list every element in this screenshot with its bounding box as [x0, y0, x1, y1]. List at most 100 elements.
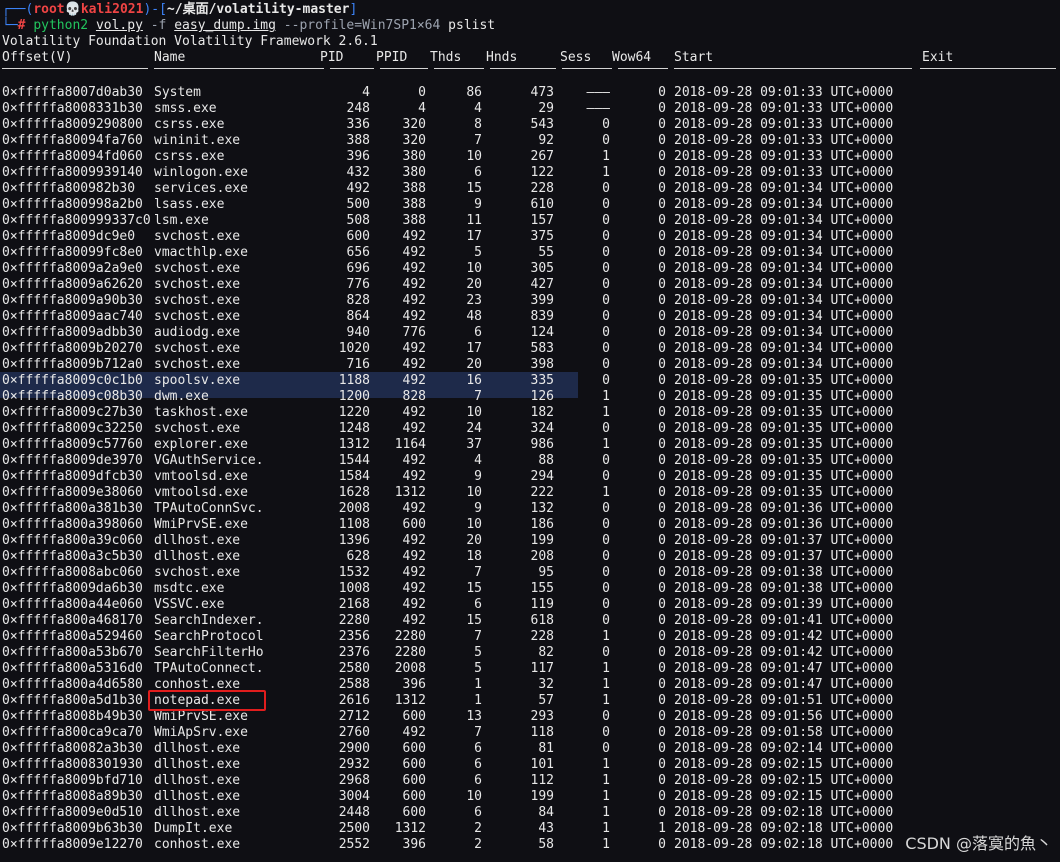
cell-name: spoolsv.exe [154, 373, 241, 388]
cell-offset: 0×fffffa800a468170 [2, 613, 143, 628]
cell-hnds: 57 [538, 693, 554, 708]
table-row: 0×fffffa80082a3b30 dllhost.exe 2900 600 6 81 0… [0, 741, 1060, 757]
table-row: 0×fffffa8009c0c1b0 spoolsv.exe 1188 492 16 33… [0, 373, 1060, 389]
prompt-hash: # [17, 18, 26, 33]
cell-sess: 0 [602, 597, 610, 612]
cell-start: 2018-09-28 09:01:41 UTC+0000 [674, 613, 894, 628]
cell-sess: 1 [602, 837, 610, 852]
table-row: 0×fffffa8009b63b30 DumpIt.exe 2500 1312 2 43 1… [0, 821, 1060, 837]
cell-name: lsass.exe [154, 197, 225, 212]
table-row: 0×fffffa8009c57760 explorer.exe 1312 1164 37… [0, 437, 1060, 453]
cell-start: 2018-09-28 09:01:35 UTC+0000 [674, 437, 894, 452]
cell-offset: 0×fffffa800a44e060 [2, 597, 143, 612]
cell-offset: 0×fffffa8009a62620 [2, 277, 143, 292]
cell-wow64: 0 [658, 773, 666, 788]
cell-sess: 0 [602, 517, 610, 532]
cell-wow64: 0 [658, 677, 666, 692]
cell-pid: 940 [346, 325, 370, 340]
cell-thds: 48 [466, 309, 482, 324]
cell-name: services.exe [154, 181, 248, 196]
cell-ppid: 776 [402, 325, 426, 340]
cell-thds: 11 [466, 213, 482, 228]
cell-thds: 1 [474, 677, 482, 692]
cell-offset: 0×fffffa800a381b30 [2, 501, 143, 516]
cell-hnds: 126 [530, 389, 554, 404]
cell-start: 2018-09-28 09:01:35 UTC+0000 [674, 373, 894, 388]
cell-name: csrss.exe [154, 117, 225, 132]
cell-start: 2018-09-28 09:01:34 UTC+0000 [674, 277, 894, 292]
cell-pid: 2616 [338, 693, 370, 708]
cell-name: svchost.exe [154, 357, 241, 372]
cell-offset: 0×fffffa800ca9ca70 [2, 725, 143, 740]
watermark: CSDN @落寞的魚丶 [905, 834, 1052, 853]
cell-thds: 15 [466, 613, 482, 628]
cell-sess: 0 [602, 261, 610, 276]
cell-hnds: 267 [530, 149, 554, 164]
cell-sess: 0 [602, 117, 610, 132]
cell-thds: 6 [474, 805, 482, 820]
cell-wow64: 0 [658, 261, 666, 276]
table-row: 0×fffffa8009a2a9e0 svchost.exe 696 492 10 305… [0, 261, 1060, 277]
cell-hnds: 118 [530, 725, 554, 740]
cell-wow64: 0 [658, 725, 666, 740]
cell-ppid: 492 [402, 533, 426, 548]
cell-wow64: 0 [658, 517, 666, 532]
cell-wow64: 0 [658, 85, 666, 100]
cell-start: 2018-09-28 09:01:33 UTC+0000 [674, 133, 894, 148]
cell-start: 2018-09-28 09:01:33 UTC+0000 [674, 165, 894, 180]
table-row: 0×fffffa800a39c060 dllhost.exe 1396 492 20 19… [0, 533, 1060, 549]
cell-offset: 0×fffffa8009b63b30 [2, 821, 143, 836]
cell-name: dllhost.exe [154, 757, 241, 772]
cell-pid: 1312 [338, 437, 370, 452]
table-row: 0×fffffa8008331b30 smss.exe 248 4 4 29 ——— 0 201… [0, 101, 1060, 117]
table-row: 0×fffffa8009dfcb30 vmtoolsd.exe 1584 492 9 29… [0, 469, 1060, 485]
cell-start: 2018-09-28 09:01:37 UTC+0000 [674, 533, 894, 548]
cell-start: 2018-09-28 09:01:35 UTC+0000 [674, 453, 894, 468]
cell-pid: 4 [362, 85, 370, 100]
cell-sess: 0 [602, 501, 610, 516]
table-row: 0×fffffa8008a89b30 dllhost.exe 3004 600 10 19… [0, 789, 1060, 805]
cell-ppid: 320 [402, 117, 426, 132]
cell-name: dllhost.exe [154, 773, 241, 788]
cell-wow64: 0 [658, 661, 666, 676]
cell-sess: 0 [602, 533, 610, 548]
table-row: 0×fffffa80099fc8e0 vmacthlp.exe 656 492 5 55 0… [0, 245, 1060, 261]
cell-wow64: 0 [658, 277, 666, 292]
cell-name: VGAuthService. [154, 453, 264, 468]
cell-sess: 0 [602, 325, 610, 340]
cell-wow64: 0 [658, 453, 666, 468]
cell-thds: 7 [474, 629, 482, 644]
cell-sess: 0 [602, 133, 610, 148]
cell-offset: 0×fffffa8009c0c1b0 [2, 373, 143, 388]
cell-offset: 0×fffffa8009aac740 [2, 309, 143, 324]
prompt-line: ┌──(root💀kali2021)-[~/桌面/volatility-mast… [2, 2, 358, 17]
cell-thds: 5 [474, 661, 482, 676]
cell-thds: 20 [466, 357, 482, 372]
command-profile: --profile=Win7SP1×64 [283, 18, 441, 33]
table-row: 0×fffffa8007d0ab30 System 4 0 86 473 ——— 0 2018-… [0, 85, 1060, 101]
cell-start: 2018-09-28 09:01:38 UTC+0000 [674, 581, 894, 596]
cell-start: 2018-09-28 09:01:35 UTC+0000 [674, 485, 894, 500]
cell-start: 2018-09-28 09:01:37 UTC+0000 [674, 549, 894, 564]
cell-pid: 2588 [338, 677, 370, 692]
cell-hnds: 398 [530, 357, 554, 372]
table-row: 0×fffffa8009adbb30 audiodg.exe 940 776 6 124 0… [0, 325, 1060, 341]
header-offset: Offset(V) [2, 50, 73, 65]
cell-ppid: 492 [402, 357, 426, 372]
cell-ppid: 600 [402, 709, 426, 724]
table-row: 0×fffffa800a5316d0 TPAutoConnect. 2580 2008… [0, 661, 1060, 677]
cell-ppid: 396 [402, 837, 426, 852]
table-row: 0×fffffa800ca9ca70 WmiApSrv.exe 2760 492 7 11… [0, 725, 1060, 741]
cell-offset: 0×fffffa800a3c5b30 [2, 549, 143, 564]
cell-start: 2018-09-28 09:01:34 UTC+0000 [674, 197, 894, 212]
cell-sess: ——— [586, 101, 610, 116]
cell-offset: 0×fffffa800a398060 [2, 517, 143, 532]
cell-pid: 864 [346, 309, 370, 324]
table-row: 0×fffffa8009b20270 svchost.exe 1020 492 17 58… [0, 341, 1060, 357]
cell-name: svchost.exe [154, 309, 241, 324]
cell-name: svchost.exe [154, 293, 241, 308]
cell-thds: 9 [474, 469, 482, 484]
terminal-window[interactable]: ┌──(root💀kali2021)-[~/桌面/volatility-mast… [0, 0, 1060, 862]
cell-sess: 0 [602, 421, 610, 436]
cell-pid: 1628 [338, 485, 370, 500]
